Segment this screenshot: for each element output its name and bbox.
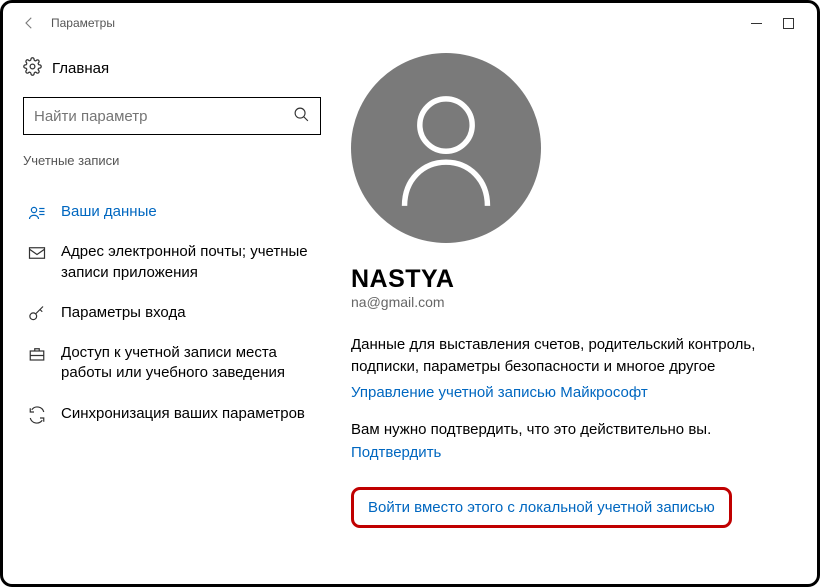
key-icon bbox=[27, 303, 47, 323]
mail-icon bbox=[27, 242, 47, 262]
search-input[interactable] bbox=[34, 108, 293, 125]
window-title: Параметры bbox=[43, 16, 115, 30]
window-frame: Параметры Главная Уче bbox=[0, 0, 820, 587]
sidebar-item-your-info[interactable]: Ваши данные bbox=[23, 192, 321, 232]
content-area: Главная Учетные записи Ваши данные А bbox=[7, 39, 813, 580]
search-box[interactable] bbox=[23, 97, 321, 135]
user-email: na@gmail.com bbox=[351, 294, 785, 310]
home-label: Главная bbox=[52, 60, 109, 77]
local-account-link[interactable]: Войти вместо этого с локальной учетной з… bbox=[368, 499, 715, 516]
minimize-button[interactable] bbox=[749, 16, 763, 30]
maximize-icon bbox=[783, 18, 794, 29]
verify-block: Вам нужно подтвердить, что это действите… bbox=[351, 421, 785, 461]
sidebar-item-signin-options[interactable]: Параметры входа bbox=[23, 293, 321, 333]
maximize-button[interactable] bbox=[781, 16, 795, 30]
search-icon bbox=[293, 106, 310, 126]
main-pane: NASTYA na@gmail.com Данные для выставлен… bbox=[337, 39, 813, 580]
gear-icon bbox=[23, 57, 42, 79]
sidebar-item-work-access[interactable]: Доступ к учетной записи места работы или… bbox=[23, 333, 321, 394]
avatar bbox=[351, 53, 541, 243]
minimize-icon bbox=[751, 18, 762, 29]
person-card-icon bbox=[27, 202, 47, 222]
sidebar-item-email[interactable]: Адрес электронной почты; учетные записи … bbox=[23, 232, 321, 293]
briefcase-icon bbox=[27, 343, 47, 363]
titlebar: Параметры bbox=[7, 7, 813, 39]
highlight-annotation: Войти вместо этого с локальной учетной з… bbox=[351, 487, 732, 528]
user-name: NASTYA bbox=[351, 265, 785, 294]
section-label: Учетные записи bbox=[23, 153, 321, 168]
verify-link[interactable]: Подтвердить bbox=[351, 444, 785, 461]
manage-account-link[interactable]: Управление учетной записью Майкрософт bbox=[351, 384, 785, 401]
sidebar-item-label: Синхронизация ваших параметров bbox=[61, 404, 305, 424]
sidebar-item-label: Ваши данные bbox=[61, 202, 157, 222]
back-button[interactable] bbox=[15, 14, 43, 32]
billing-text: Данные для выставления счетов, родительс… bbox=[351, 334, 785, 378]
sidebar-item-sync[interactable]: Синхронизация ваших параметров bbox=[23, 394, 321, 434]
sidebar-item-label: Параметры входа bbox=[61, 303, 186, 323]
sidebar: Главная Учетные записи Ваши данные А bbox=[7, 39, 337, 580]
verify-text: Вам нужно подтвердить, что это действите… bbox=[351, 421, 785, 438]
home-nav[interactable]: Главная bbox=[23, 57, 321, 79]
back-arrow-icon bbox=[20, 14, 38, 32]
sidebar-item-label: Доступ к учетной записи места работы или… bbox=[61, 343, 317, 384]
person-icon bbox=[391, 88, 501, 208]
sync-icon bbox=[27, 404, 47, 424]
billing-block: Данные для выставления счетов, родительс… bbox=[351, 334, 785, 401]
window-controls bbox=[749, 16, 805, 30]
sidebar-item-label: Адрес электронной почты; учетные записи … bbox=[61, 242, 317, 283]
